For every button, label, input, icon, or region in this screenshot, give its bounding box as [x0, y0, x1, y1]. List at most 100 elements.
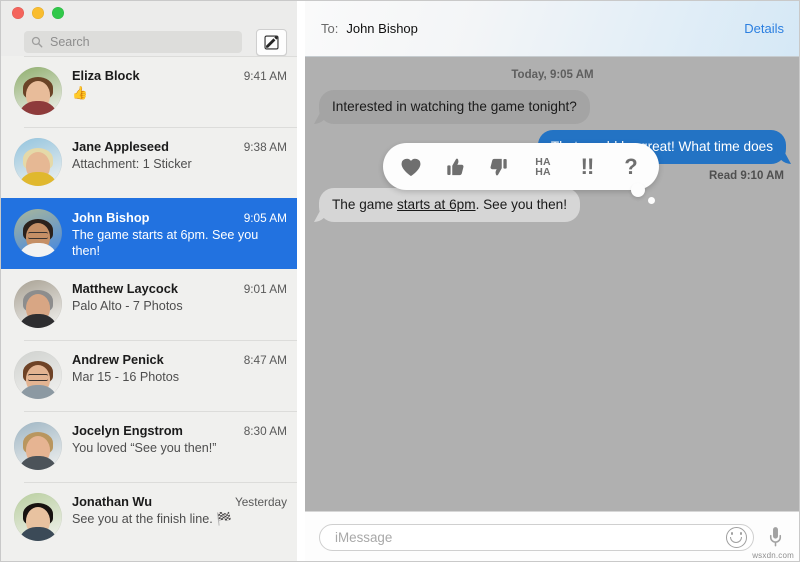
zoom-button[interactable] [52, 7, 64, 19]
conversation-row[interactable]: Jane Appleseed 9:38 AM Attachment: 1 Stick… [0, 127, 297, 198]
conversation-list[interactable]: Eliza Block 9:41 AM 👍 Jane Appleseed 9:38 AM… [0, 56, 297, 562]
conversation-row[interactable]: Jonathan Wu Yesterday See you at the finis… [0, 482, 297, 553]
conversation-time: 9:41 AM [244, 69, 287, 83]
thread-timestamp: Today, 9:05 AM [319, 69, 786, 81]
message-bubble-received[interactable]: Interested in watching the game tonight? [319, 90, 590, 124]
messages-window: Eliza Block 9:41 AM 👍 Jane Appleseed 9:38 AM… [0, 0, 800, 562]
avatar [14, 138, 62, 186]
conversation-row[interactable]: John Bishop9:05 AM The game starts at 6pm… [0, 198, 297, 269]
conversation-preview: 👍 [72, 85, 287, 101]
message-composer [305, 511, 800, 562]
exclamation-icon[interactable]: !! [573, 152, 601, 182]
compose-message-button[interactable] [256, 29, 287, 56]
conversation-row[interactable]: Matthew Laycock 9:01 AM Palo Alto - 7 Phot… [0, 269, 297, 340]
smiley-eye-left [731, 532, 733, 535]
conversation-row[interactable]: Andrew Penick 8:47 AM Mar 15 - 16 Photos [0, 340, 297, 411]
conversation-name: Jane Appleseed [72, 139, 169, 154]
row-separator [24, 482, 297, 483]
avatar [14, 422, 62, 470]
to-label: To: [321, 21, 338, 36]
conversation-header: To: John Bishop Details [305, 0, 800, 57]
question-icon[interactable]: ? [617, 152, 645, 182]
imessage-field[interactable] [319, 524, 754, 551]
message-thread: Today, 9:05 AM Interested in watching th… [305, 57, 800, 511]
haha-glyph: HAHA [535, 157, 551, 177]
conversation-time: Yesterday [235, 495, 287, 509]
avatar-glasses [28, 232, 48, 239]
avatar [14, 351, 62, 399]
question-glyph: ? [624, 156, 637, 178]
conversation-time: 8:47 AM [244, 353, 287, 367]
conversation-time: 9:01 AM [244, 282, 287, 296]
conversation-headline: Jocelyn Engstrom 8:30 AM [72, 423, 287, 438]
close-button[interactable] [12, 7, 24, 19]
window-controls [12, 7, 64, 19]
smiley-icon[interactable] [726, 527, 747, 548]
conversation-name: Jonathan Wu [72, 494, 152, 509]
conversation-preview: Attachment: 1 Sticker [72, 156, 287, 172]
row-separator [24, 411, 297, 412]
conversation-name: Matthew Laycock [72, 281, 178, 296]
conversation-name: Eliza Block [72, 68, 140, 83]
conversation-row[interactable]: Eliza Block 9:41 AM 👍 [0, 56, 297, 127]
conversation-preview: Palo Alto - 7 Photos [72, 298, 287, 314]
conversation-row[interactable]: Jocelyn Engstrom8:30 AMYou loved “See yo… [0, 411, 297, 482]
search-input[interactable] [48, 34, 235, 50]
search-field[interactable] [24, 31, 242, 53]
message-bubble-received-2[interactable]: The game starts at 6pm. See you then! [319, 188, 580, 222]
exclamation-glyph: !! [581, 156, 594, 178]
imessage-input[interactable] [333, 529, 722, 546]
conversation-headline: Eliza Block 9:41 AM [72, 68, 287, 83]
row-separator [24, 56, 297, 57]
row-separator [24, 127, 297, 128]
conversation-headline: Jonathan Wu Yesterday [72, 494, 287, 509]
microphone-icon [769, 526, 782, 548]
message-row-received-1: Interested in watching the game tonight? [319, 90, 786, 124]
tapback-popup[interactable]: HAHA!!? [383, 143, 659, 190]
thumbs-down-icon[interactable] [485, 152, 513, 182]
conversation-meta: Jane Appleseed 9:38 AM Attachment: 1 Stick… [72, 138, 287, 172]
conversation-time: 8:30 AM [244, 424, 287, 438]
conversation-preview: The game starts at 6pm. See you then! [72, 227, 287, 259]
conversation-meta: Jonathan Wu Yesterday See you at the finis… [72, 493, 287, 527]
conversation-meta: Matthew Laycock 9:01 AM Palo Alto - 7 Phot… [72, 280, 287, 314]
data-detector-link[interactable]: starts at 6pm [397, 197, 476, 212]
message-text-before: The game [332, 197, 397, 212]
conversation-time: 9:05 AM [244, 211, 287, 225]
conversation-headline: John Bishop9:05 AM [72, 210, 287, 225]
heart-glyph [400, 157, 422, 177]
conversation-meta: Eliza Block 9:41 AM 👍 [72, 67, 287, 101]
sidebar-toolbar [0, 0, 297, 56]
conversation-name: Andrew Penick [72, 352, 164, 367]
conversation-preview: Mar 15 - 16 Photos [72, 369, 287, 385]
conversation-headline: Andrew Penick 8:47 AM [72, 352, 287, 367]
minimize-button[interactable] [32, 7, 44, 19]
details-button[interactable]: Details [744, 21, 784, 36]
smiley-eye-right [740, 532, 742, 535]
conversation-meta: Jocelyn Engstrom8:30 AMYou loved “See yo… [72, 422, 287, 456]
message-text-after: . See you then! [476, 197, 567, 212]
thumbs-up-icon[interactable] [441, 152, 469, 182]
conversation-sidebar: Eliza Block 9:41 AM 👍 Jane Appleseed 9:38 AM… [0, 0, 297, 562]
microphone-button[interactable] [764, 524, 786, 550]
conversation-headline: Matthew Laycock 9:01 AM [72, 281, 287, 296]
read-receipt-label: Read [709, 170, 737, 182]
conversation-pane: To: John Bishop Details Today, 9:05 AM I… [305, 0, 800, 562]
haha-icon[interactable]: HAHA [529, 152, 557, 182]
avatar [14, 209, 62, 257]
conversation-preview: See you at the finish line. 🏁 [72, 511, 287, 527]
avatar [14, 280, 62, 328]
avatar-glasses [28, 374, 48, 381]
conversation-name: Jocelyn Engstrom [72, 423, 183, 438]
avatar [14, 493, 62, 541]
thumbs-down-glyph [488, 156, 510, 178]
message-row-received-2: The game starts at 6pm. See you then! [319, 188, 786, 222]
watermark: wsxdn.com [752, 551, 794, 560]
search-icon [31, 36, 43, 48]
conversation-headline: Jane Appleseed 9:38 AM [72, 139, 287, 154]
thread-time: 9:05 AM [550, 69, 594, 81]
heart-icon[interactable] [397, 152, 425, 182]
compose-icon [264, 35, 279, 50]
conversation-time: 9:38 AM [244, 140, 287, 154]
row-separator [24, 269, 297, 270]
